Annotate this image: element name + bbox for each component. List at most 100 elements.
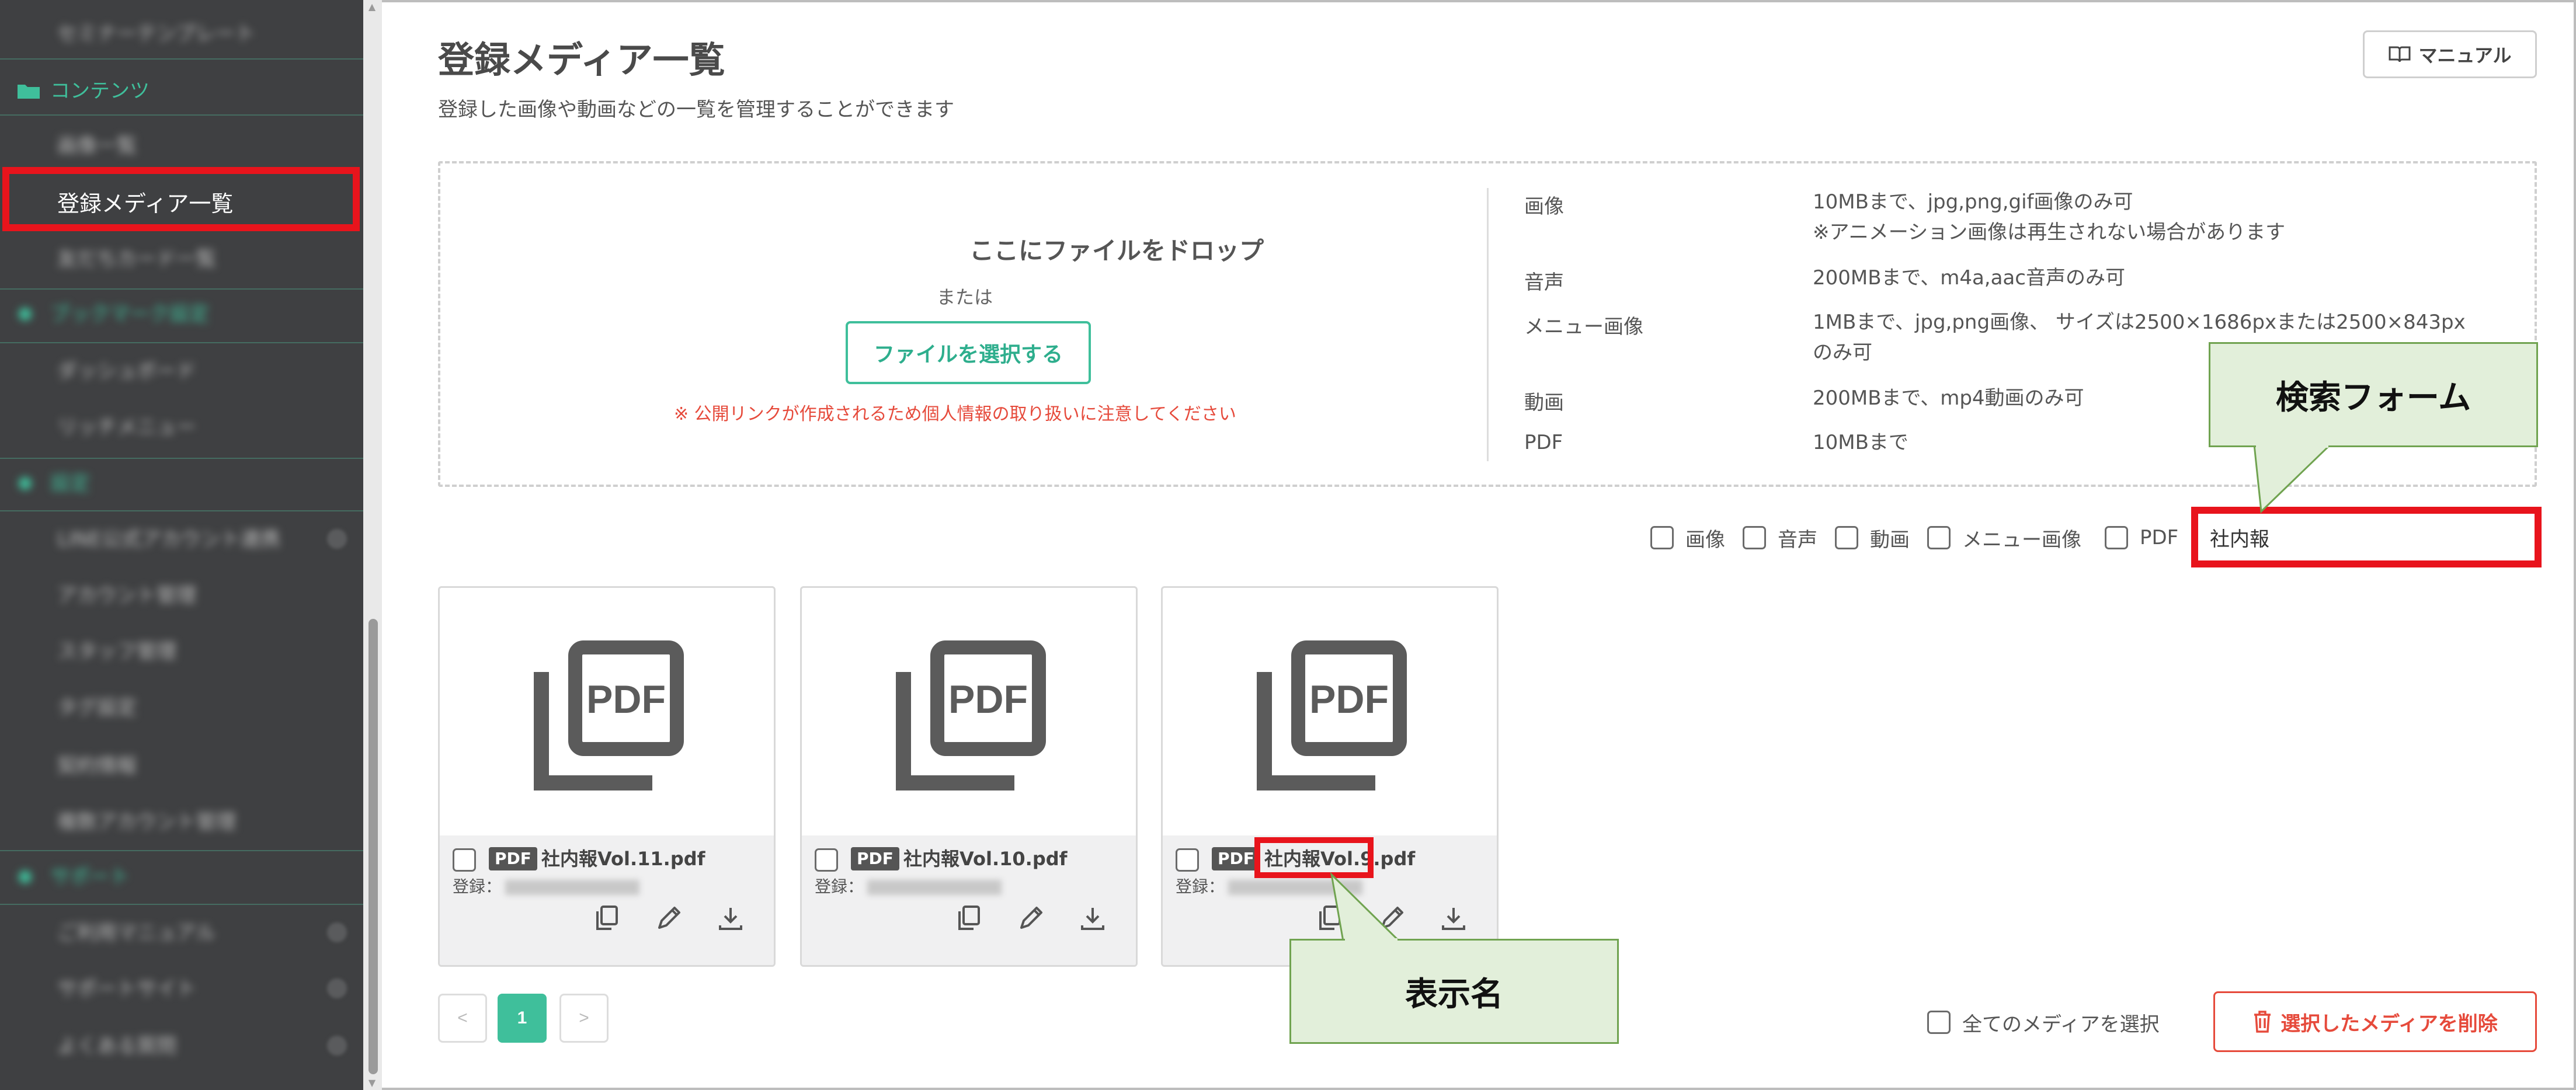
privacy-warning: ※ 公開リンクが作成されるため個人情報の取り扱いに注意してください — [674, 404, 1236, 424]
spec-value-pdf: 10MBまで — [1813, 431, 1908, 454]
sidebar-item-line-link[interactable]: LINE公式アカウント連携 — [57, 522, 280, 557]
sidebar-section-label: 設定 — [50, 472, 90, 495]
select-all-checkbox[interactable] — [1927, 1011, 1951, 1034]
sidebar-item-tags[interactable]: タグ設定 — [57, 690, 137, 725]
copy-icon[interactable] — [954, 903, 984, 934]
display-name-callout: 表示名 — [1289, 939, 1619, 1044]
filter-label: 音声 — [1778, 528, 1817, 552]
circle-icon — [19, 477, 32, 490]
pdf-icon-label: PDF — [1309, 677, 1389, 722]
sidebar-item-rich-menu[interactable]: リッチメニュー — [57, 410, 196, 445]
search-form-highlight — [2191, 507, 2542, 567]
media-select-checkbox[interactable] — [453, 848, 476, 872]
select-all-media[interactable]: 全てのメディアを選択 — [1927, 1009, 2160, 1036]
filter-menu-image[interactable]: メニュー画像 — [1927, 524, 2081, 552]
sidebar-badge — [327, 529, 347, 549]
download-icon[interactable] — [1438, 903, 1469, 934]
filter-label: 画像 — [1685, 528, 1725, 552]
media-card[interactable]: PDF PDF 社内報Vol.11.pdf 登録： — [438, 586, 776, 967]
registered-label: 登録： — [1176, 877, 1225, 896]
book-icon — [2389, 46, 2411, 62]
sidebar-section-settings[interactable]: 設定 — [18, 466, 90, 501]
sidebar-item-media-list[interactable]: 登録メディア一覧 — [2, 167, 360, 231]
media-select-checkbox[interactable] — [815, 848, 838, 872]
sidebar-scroll-thumb[interactable] — [369, 619, 378, 1074]
spec-label-audio: 音声 — [1524, 271, 1564, 294]
sidebar-item-support-site[interactable]: サポートサイト — [57, 971, 196, 1007]
sidebar-divider — [0, 288, 363, 290]
scroll-up-arrow-icon[interactable]: ▲ — [366, 1, 378, 13]
scroll-down-arrow-icon[interactable]: ▼ — [366, 1077, 378, 1089]
registered-date: 登録： — [815, 874, 1002, 897]
filter-image-checkbox[interactable] — [1650, 526, 1674, 549]
sidebar-item-friend-cards[interactable]: 友だちカード一覧 — [57, 242, 216, 277]
manual-button[interactable]: マニュアル — [2363, 30, 2537, 78]
spec-label-menu-image: メニュー画像 — [1524, 315, 1643, 339]
select-file-button[interactable]: ファイルを選択する — [846, 321, 1091, 384]
pagination-page-1[interactable]: 1 — [498, 994, 547, 1043]
registered-label: 登録： — [815, 877, 864, 896]
filter-audio-checkbox[interactable] — [1743, 526, 1766, 549]
sidebar-section-bookmark[interactable]: ブックマーク設定 — [18, 297, 209, 332]
sidebar-section-contents[interactable]: コンテンツ — [18, 74, 150, 109]
page-title: 登録メディア一覧 — [438, 39, 725, 81]
sidebar-item-staff[interactable]: スタッフ管理 — [57, 634, 176, 669]
copy-icon[interactable] — [592, 903, 622, 934]
media-display-name: 社内報Vol.11.pdf — [541, 848, 705, 870]
filter-menu-image-checkbox[interactable] — [1927, 526, 1951, 549]
media-display-name: 社内報Vol.10.pdf — [903, 848, 1068, 870]
edit-icon[interactable] — [1016, 903, 1046, 934]
sidebar-item-image-list[interactable]: 画像一覧 — [57, 128, 137, 163]
spec-label-video: 動画 — [1524, 391, 1564, 415]
sidebar-divider — [0, 510, 363, 511]
dropzone-divider — [1487, 188, 1489, 461]
pdf-file-icon: PDF — [896, 640, 1046, 790]
sidebar-section-label: サポート — [50, 865, 130, 889]
sidebar-item-faq[interactable]: よくある質問 — [57, 1029, 176, 1064]
file-type-badge: PDF — [489, 847, 537, 870]
sidebar-item-multi-account[interactable]: 複数アカウント管理 — [57, 805, 236, 840]
sidebar-divider — [0, 850, 363, 851]
filter-image[interactable]: 画像 — [1650, 524, 1725, 552]
manual-button-label: マニュアル — [2418, 45, 2512, 66]
filter-video-checkbox[interactable] — [1835, 526, 1858, 549]
registered-label: 登録： — [453, 877, 502, 896]
sidebar-section-label: ブックマーク設定 — [50, 302, 209, 326]
sidebar-section-label: コンテンツ — [50, 79, 150, 103]
filter-audio[interactable]: 音声 — [1743, 524, 1817, 552]
sidebar-badge — [327, 1036, 347, 1056]
sidebar-item-dashboard[interactable]: ダッシュボード — [57, 354, 196, 389]
filter-video[interactable]: 動画 — [1835, 524, 1910, 552]
trash-icon — [2254, 1011, 2271, 1033]
edit-icon[interactable] — [653, 903, 684, 934]
sidebar-item-account[interactable]: アカウント管理 — [57, 578, 196, 613]
spec-value-video: 200MBまで、mp4動画のみ可 — [1813, 386, 2084, 410]
delete-button-label: 選択したメディアを削除 — [2280, 1012, 2498, 1035]
media-card[interactable]: PDF PDF 社内報Vol.10.pdf 登録： — [800, 586, 1138, 967]
edit-icon[interactable] — [1376, 903, 1407, 934]
filter-pdf-checkbox[interactable] — [2105, 526, 2128, 549]
media-card[interactable]: PDF PDF 社内報Vol.9.pdf 登録： — [1161, 586, 1499, 967]
copy-icon[interactable] — [1315, 903, 1345, 934]
delete-selected-button[interactable]: 選択したメディアを削除 — [2213, 991, 2537, 1052]
sidebar-section-support[interactable]: サポート — [18, 859, 130, 894]
media-select-checkbox[interactable] — [1176, 848, 1199, 872]
spec-label-image: 画像 — [1524, 195, 1564, 218]
filter-pdf[interactable]: PDF — [2105, 524, 2178, 551]
spec-line: 10MBまで、jpg,png,gif画像のみ可 — [1813, 190, 2133, 214]
spec-value-audio: 200MBまで、m4a,aac音声のみ可 — [1813, 266, 2125, 290]
download-icon[interactable] — [715, 903, 746, 934]
pagination-prev-button[interactable]: < — [438, 994, 487, 1043]
sidebar-item-contract[interactable]: 契約情報 — [57, 748, 137, 783]
sidebar-badge — [327, 922, 347, 942]
registered-value-redacted — [1228, 880, 1363, 895]
spec-line: ※アニメーション画像は再生されない場合があります — [1813, 221, 2286, 244]
pagination-next-button[interactable]: > — [559, 994, 609, 1043]
sidebar-item-seminar-template[interactable]: セミナーテンプレート — [57, 16, 255, 51]
search-input[interactable] — [2210, 521, 2525, 553]
dropzone-or: または — [937, 286, 993, 308]
sidebar-item-label: 登録メディア一覧 — [57, 191, 234, 217]
download-icon[interactable] — [1077, 903, 1108, 934]
sidebar-item-manual[interactable]: ご利用マニュアル — [57, 915, 215, 950]
pdf-icon-label: PDF — [586, 677, 666, 722]
